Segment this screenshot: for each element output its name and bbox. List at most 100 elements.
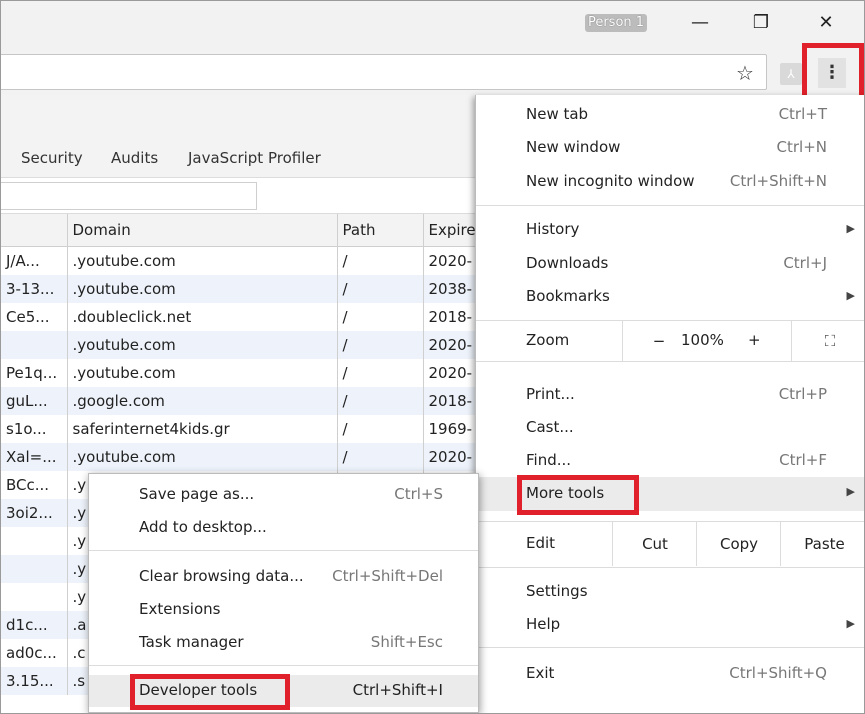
cell-value: 3.15... [1, 667, 68, 695]
tab-security[interactable]: Security [21, 149, 83, 167]
menu-label: Extensions [139, 600, 221, 618]
menu-label: New window [526, 138, 621, 156]
column-header-domain[interactable]: Domain [67, 214, 338, 247]
cell-domain: .youtube.com [67, 443, 338, 471]
bookmark-star-icon[interactable]: ☆ [733, 61, 757, 85]
table-row[interactable]: s1o... saferinternet4kids.gr/1969- [1, 415, 484, 443]
menu-label: Downloads [526, 254, 609, 272]
menu-item-clear-browsing-data[interactable]: Clear browsing data... Ctrl+Shift+Del [89, 561, 478, 593]
table-row[interactable]: .youtube.com/2020- [1, 331, 484, 359]
table-row[interactable]: Pe1q... .youtube.com/2020- [1, 359, 484, 387]
menu-shortcut: Ctrl+Shift+N [729, 172, 827, 190]
menu-item-exit[interactable]: Exit Ctrl+Shift+Q [476, 658, 864, 690]
cell-expires: 2018- [423, 303, 484, 331]
column-header-expires[interactable]: Expire [423, 214, 484, 247]
cell-value: s1o... [1, 415, 68, 443]
menu-item-new-tab[interactable]: New tab Ctrl+T [476, 99, 864, 131]
edit-label: Edit [526, 534, 556, 552]
menu-label: Help [526, 615, 561, 633]
column-header-value[interactable] [1, 214, 68, 247]
chrome-main-menu: New tab Ctrl+T New window Ctrl+N New inc… [475, 95, 864, 713]
cell-path: / [337, 359, 424, 387]
menu-shortcut: Ctrl+T [778, 105, 827, 123]
menu-item-downloads[interactable]: Downloads Ctrl+J [476, 248, 864, 280]
cell-domain: .youtube.com [67, 331, 338, 359]
menu-label: New incognito window [526, 172, 695, 190]
table-row[interactable]: Ce5... .doubleclick.net/2018- [1, 303, 484, 331]
restore-button[interactable]: ❐ [742, 9, 780, 37]
menu-item-save-page-as[interactable]: Save page as... Ctrl+S [89, 479, 478, 511]
cell-domain: saferinternet4kids.gr [67, 415, 338, 443]
zoom-in-button[interactable]: + [748, 331, 761, 349]
menu-shortcut: Shift+Esc [370, 633, 443, 651]
menu-item-add-to-desktop[interactable]: Add to desktop... [89, 512, 478, 544]
cell-value: Ce5... [1, 303, 68, 331]
cell-expires: 2020- [423, 246, 484, 275]
cell-value: ad0c... [1, 639, 68, 667]
cell-path: / [337, 331, 424, 359]
column-header-path[interactable]: Path [337, 214, 424, 247]
cell-path: / [337, 415, 424, 443]
menu-item-find[interactable]: Find... Ctrl+F [476, 445, 864, 477]
menu-item-new-window[interactable]: New window Ctrl+N [476, 132, 864, 164]
menu-label: Settings [526, 582, 588, 600]
pdf-extension-icon[interactable]: ⅄ [780, 63, 802, 85]
table-row[interactable]: guL... .google.com/2018- [1, 387, 484, 415]
menu-item-extensions[interactable]: Extensions [89, 594, 478, 626]
cell-value: J/A... [1, 246, 68, 275]
cell-domain: .youtube.com [67, 275, 338, 303]
close-button[interactable]: ✕ [807, 9, 845, 37]
menu-label: Bookmarks [526, 287, 610, 305]
menu-item-history[interactable]: History ▶ [476, 214, 864, 246]
cell-value: 3oi2... [1, 499, 68, 527]
fullscreen-icon[interactable]: ⛶ [791, 321, 864, 361]
menu-item-bookmarks[interactable]: Bookmarks ▶ [476, 281, 864, 313]
cell-value [1, 331, 68, 359]
cell-expires: 2038- [423, 275, 484, 303]
filter-input[interactable] [1, 182, 257, 210]
cell-value [1, 583, 68, 611]
cell-path: / [337, 303, 424, 331]
cell-value: BCc... [1, 471, 68, 499]
zoom-label: Zoom [526, 331, 570, 349]
menu-separator [476, 205, 864, 206]
table-row[interactable]: J/A... .youtube.com/2020- [1, 246, 484, 275]
menu-label: Clear browsing data... [139, 567, 304, 585]
copy-button[interactable]: Copy [696, 522, 781, 566]
more-tools-highlight [517, 475, 639, 515]
developer-tools-highlight [130, 674, 290, 710]
cell-domain: .youtube.com [67, 359, 338, 387]
cell-path: / [337, 387, 424, 415]
menu-label: Task manager [139, 633, 244, 651]
menu-item-edit: Edit Cut Copy Paste [476, 522, 864, 566]
menu-shortcut: Ctrl+S [394, 485, 443, 503]
menu-item-help[interactable]: Help ▶ [476, 609, 864, 641]
profile-button[interactable]: Person 1 [585, 14, 647, 32]
minimize-button[interactable]: — [681, 9, 719, 37]
menu-item-print[interactable]: Print... Ctrl+P [476, 379, 864, 411]
tab-javascript-profiler[interactable]: JavaScript Profiler [188, 149, 321, 167]
menu-shortcut: Ctrl+J [783, 254, 827, 272]
menu-item-new-incognito-window[interactable]: New incognito window Ctrl+Shift+N [476, 166, 864, 198]
cell-expires: 2020- [423, 359, 484, 387]
paste-button[interactable]: Paste [780, 522, 864, 566]
table-row[interactable]: 3-13... .youtube.com/2038- [1, 275, 484, 303]
menu-shortcut: Ctrl+Shift+Del [332, 567, 443, 585]
menu-separator [476, 567, 864, 568]
submenu-arrow-icon: ▶ [846, 485, 855, 498]
menu-shortcut: Ctrl+P [778, 385, 827, 403]
tab-audits[interactable]: Audits [111, 149, 158, 167]
browser-window: Person 1 — ❐ ✕ ☆ ⅄ ⋮ Security Audits Jav… [0, 0, 865, 714]
menu-item-settings[interactable]: Settings [476, 576, 864, 608]
cell-value [1, 527, 68, 555]
menu-label: Cast... [526, 418, 574, 436]
menu-item-cast[interactable]: Cast... [476, 412, 864, 444]
table-row[interactable]: Xal=... .youtube.com/2020- [1, 443, 484, 471]
cell-expires: 2020- [423, 443, 484, 471]
cell-expires: 2018- [423, 387, 484, 415]
address-bar[interactable] [1, 54, 767, 90]
menu-item-task-manager[interactable]: Task manager Shift+Esc [89, 627, 478, 659]
menu-label: Exit [526, 664, 555, 682]
cut-button[interactable]: Cut [612, 522, 697, 566]
menu-item-zoom: Zoom − 100% + ⛶ [476, 321, 864, 361]
